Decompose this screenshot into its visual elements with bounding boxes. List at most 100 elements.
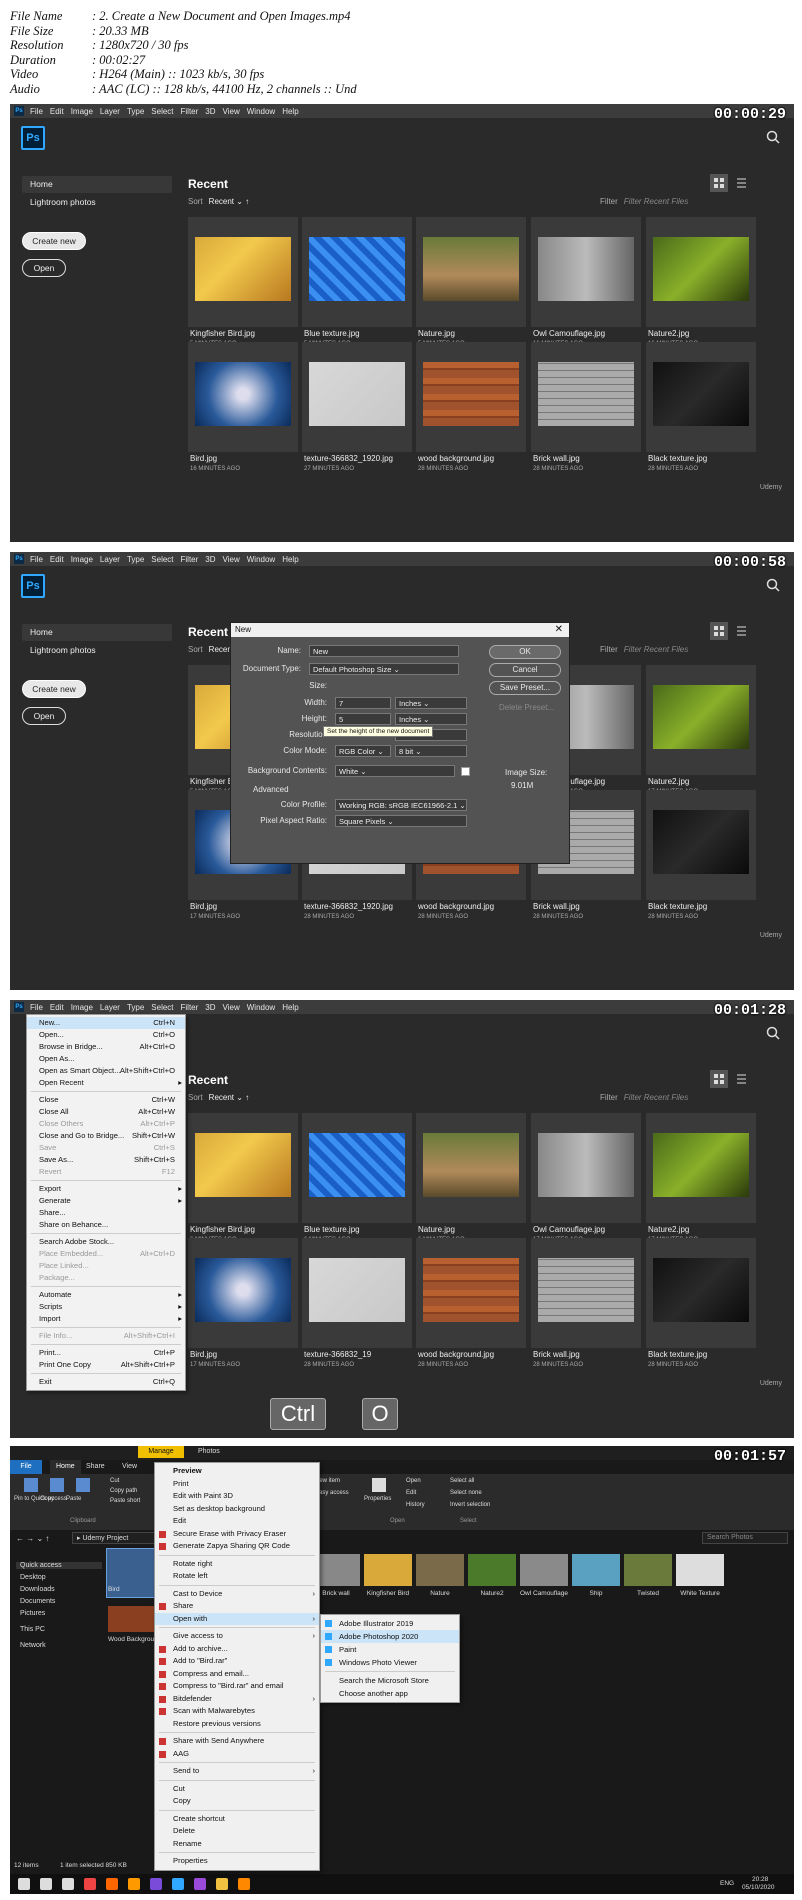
menu-file[interactable]: File: [30, 555, 43, 564]
create-new-button[interactable]: Create new: [22, 232, 86, 250]
recent-thumbnail[interactable]: [416, 342, 526, 452]
recent-thumbnail[interactable]: [188, 1238, 298, 1348]
menu-3d[interactable]: 3D: [205, 555, 215, 564]
grid-view-icon[interactable]: [710, 174, 728, 192]
menu-select[interactable]: Select: [151, 1003, 173, 1012]
file-menu-item[interactable]: Scripts ▸: [27, 1301, 185, 1313]
context-menu-item[interactable]: Edit with Paint 3D: [155, 1490, 319, 1503]
properties-button[interactable]: Properties: [364, 1496, 391, 1502]
file-menu-item[interactable]: Automate ▸: [27, 1289, 185, 1301]
photoshop-icon[interactable]: [172, 1878, 184, 1890]
menu-layer[interactable]: Layer: [100, 555, 120, 564]
ribbon-tab-view[interactable]: View: [116, 1460, 143, 1474]
file-menu-item[interactable]: Close Ctrl+W: [27, 1094, 185, 1106]
nav-item[interactable]: Pictures: [20, 1610, 45, 1617]
ribbon-tab-share[interactable]: Share: [80, 1460, 111, 1474]
context-menu-item[interactable]: AAG: [155, 1748, 319, 1761]
ribbon-tab-file[interactable]: File: [10, 1460, 42, 1474]
recent-thumbnail[interactable]: [416, 1238, 526, 1348]
advanced-toggle[interactable]: Advanced: [253, 785, 289, 794]
menu-file[interactable]: File: [30, 1003, 43, 1012]
context-menu-item[interactable]: Bitdefender ›: [155, 1693, 319, 1706]
ribbon-button[interactable]: Easy access: [315, 1490, 349, 1496]
file-menu-item[interactable]: Print... Ctrl+P: [27, 1347, 185, 1359]
context-menu-item[interactable]: Share with Send Anywhere: [155, 1735, 319, 1748]
recent-thumbnail[interactable]: [188, 1113, 298, 1223]
search-icon[interactable]: [766, 1026, 780, 1040]
recent-thumbnail[interactable]: [646, 342, 756, 452]
name-field[interactable]: New: [309, 645, 459, 657]
context-menu-item[interactable]: Send to ›: [155, 1765, 319, 1778]
nav-home[interactable]: Home: [22, 176, 172, 193]
file-menu-item[interactable]: Open as Smart Object... Alt+Shift+Ctrl+O: [27, 1065, 185, 1077]
open-with-item[interactable]: Paint: [321, 1643, 459, 1656]
file-menu-item[interactable]: Browse in Bridge... Alt+Ctrl+O: [27, 1041, 185, 1053]
menu-image[interactable]: Image: [71, 1003, 93, 1012]
ribbon-tab-home[interactable]: Home: [50, 1460, 81, 1474]
menu-view[interactable]: View: [223, 107, 240, 116]
file-menu-item[interactable]: Close All Alt+Ctrl+W: [27, 1106, 185, 1118]
file-menu-item[interactable]: Share on Behance...: [27, 1219, 185, 1231]
grid-view-icon[interactable]: [710, 622, 728, 640]
open-with-item[interactable]: Adobe Photoshop 2020: [321, 1630, 459, 1643]
after-effects-icon[interactable]: [150, 1878, 162, 1890]
ribbon-button[interactable]: History: [406, 1502, 425, 1508]
filter-input[interactable]: Filter Recent Files: [624, 645, 688, 654]
ribbon-small-button[interactable]: Cut: [110, 1478, 119, 1484]
file-thumbnail[interactable]: [108, 1606, 156, 1632]
recent-thumbnail[interactable]: [531, 1113, 641, 1223]
context-menu-item[interactable]: Set as desktop background: [155, 1503, 319, 1516]
file-thumbnail[interactable]: [468, 1554, 516, 1586]
brave-icon[interactable]: [106, 1878, 118, 1890]
menu-edit[interactable]: Edit: [50, 107, 64, 116]
file-thumbnail[interactable]: [624, 1554, 672, 1586]
recent-thumbnail[interactable]: [646, 217, 756, 327]
recent-thumbnail[interactable]: [302, 217, 412, 327]
recent-thumbnail[interactable]: [416, 217, 526, 327]
filter-control[interactable]: Filter Filter Recent Files: [600, 645, 688, 654]
nav-item[interactable]: Quick access: [16, 1562, 102, 1569]
bits-select[interactable]: 8 bit ⌄: [395, 745, 467, 757]
filter-input[interactable]: Filter Recent Files: [624, 1093, 688, 1102]
file-thumbnail[interactable]: [416, 1554, 464, 1586]
recent-thumbnail[interactable]: [646, 665, 756, 775]
cancel-button[interactable]: Cancel: [489, 663, 561, 677]
nav-item[interactable]: Network: [20, 1642, 46, 1649]
open-button[interactable]: Open: [22, 259, 66, 277]
menu-image[interactable]: Image: [71, 107, 93, 116]
menu-3d[interactable]: 3D: [205, 1003, 215, 1012]
height-unit-select[interactable]: Inches ⌄: [395, 713, 467, 725]
context-menu-item[interactable]: Compress and email...: [155, 1668, 319, 1681]
recent-thumbnail[interactable]: [646, 1238, 756, 1348]
sort-value[interactable]: Recent ⌄ ↑: [209, 197, 250, 206]
nav-item[interactable]: Desktop: [20, 1574, 46, 1581]
nav-item[interactable]: Documents: [20, 1598, 55, 1605]
vlc-icon[interactable]: [238, 1878, 250, 1890]
ribbon-button[interactable]: Select none: [450, 1490, 482, 1496]
context-menu-item[interactable]: Scan with Malwarebytes: [155, 1705, 319, 1718]
menu-image[interactable]: Image: [71, 555, 93, 564]
address-bar[interactable]: ▸ Udemy Project: [72, 1532, 162, 1544]
context-menu-item[interactable]: Print: [155, 1478, 319, 1491]
file-thumbnail[interactable]: [572, 1554, 620, 1586]
context-menu-item[interactable]: Compress to "Bird.rar" and email: [155, 1680, 319, 1693]
nav-home[interactable]: Home: [22, 624, 172, 641]
context-menu-item[interactable]: Rotate right: [155, 1558, 319, 1571]
sort-value[interactable]: Recent ⌄ ↑: [209, 1093, 250, 1102]
list-view-icon[interactable]: [732, 174, 750, 192]
recent-thumbnail[interactable]: [302, 342, 412, 452]
task-view-icon[interactable]: [62, 1878, 74, 1890]
menu-file[interactable]: File: [30, 107, 43, 116]
create-new-button[interactable]: Create new: [22, 680, 86, 698]
ribbon-button[interactable]: Copy: [40, 1496, 54, 1502]
windows-icon[interactable]: [18, 1878, 30, 1890]
file-menu-item[interactable]: Export ▸: [27, 1183, 185, 1195]
aspect-select[interactable]: Square Pixels ⌄: [335, 815, 467, 827]
open-with-item[interactable]: Choose another app: [321, 1687, 459, 1700]
open-with-item[interactable]: Windows Photo Viewer: [321, 1656, 459, 1669]
file-menu-item[interactable]: Share...: [27, 1207, 185, 1219]
height-field[interactable]: 5: [335, 713, 391, 725]
menu-view[interactable]: View: [223, 555, 240, 564]
context-menu-item[interactable]: Secure Erase with Privacy Eraser: [155, 1528, 319, 1541]
recent-thumbnail[interactable]: [416, 1113, 526, 1223]
